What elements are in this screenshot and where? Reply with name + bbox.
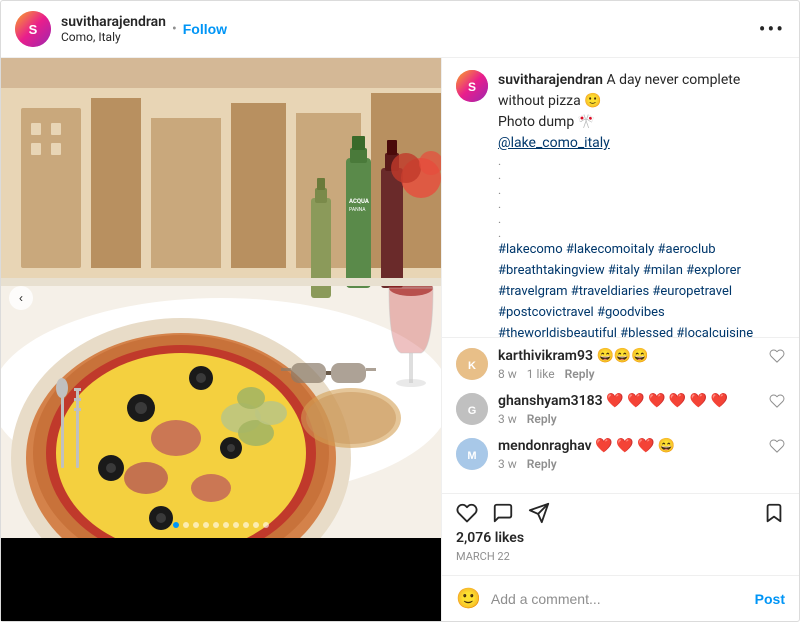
comment-row: K karthivikram93 😄😄😄 8 w 1 like Reply — [456, 348, 785, 381]
comment-body-1: karthivikram93 😄😄😄 8 w 1 like Reply — [498, 348, 759, 381]
likes-count: 2,076 likes — [456, 530, 785, 546]
dot-9[interactable] — [253, 522, 259, 528]
comment-input-area: 🙂 Post — [442, 575, 799, 621]
comment-text-3: ❤️ ❤️ ❤️ 😄 — [595, 438, 675, 454]
dot-5[interactable] — [213, 522, 219, 528]
comment-body-2: ghanshyam3183 ❤️ ❤️ ❤️ ❤️ ❤️ ❤️ 3 w Repl… — [498, 393, 759, 426]
comment-heart-2[interactable] — [769, 393, 785, 413]
caption-content: suvitharajendran A day never complete wi… — [498, 70, 785, 338]
emoji-button[interactable]: 🙂 — [456, 586, 481, 611]
comment-row-2: G ghanshyam3183 ❤️ ❤️ ❤️ ❤️ ❤️ ❤️ 3 w Re… — [456, 393, 785, 426]
header-info: suvitharajendran Como, Italy • Follow — [61, 14, 759, 44]
comment-time-2: 3 w — [498, 412, 517, 426]
dot-3[interactable] — [193, 522, 199, 528]
header-username[interactable]: suvitharajendran — [61, 14, 166, 30]
caption-area: S suvitharajendran A day never complete … — [442, 58, 799, 338]
comment-time-1: 8 w — [498, 367, 517, 381]
comment-username-2[interactable]: ghanshyam3183 — [498, 393, 603, 409]
comment-meta-3: 3 w Reply — [498, 457, 759, 471]
comment-text-1: 😄😄😄 — [596, 348, 648, 364]
comment-input[interactable] — [491, 591, 745, 607]
comment-text-2: ❤️ ❤️ ❤️ ❤️ ❤️ ❤️ — [606, 393, 728, 409]
dot-2[interactable] — [183, 522, 189, 528]
comment-row-3: M mendonraghav ❤️ ❤️ ❤️ 😄 3 w Reply — [456, 438, 785, 471]
follow-button[interactable]: Follow — [183, 21, 227, 37]
dot-separator: • — [172, 21, 177, 37]
comment-avatar-1: K — [456, 348, 488, 380]
comment-heart-1[interactable] — [769, 348, 785, 368]
dot-1[interactable] — [173, 522, 179, 528]
svg-text:K: K — [468, 360, 476, 372]
share-button[interactable] — [528, 502, 550, 524]
dot-7[interactable] — [233, 522, 239, 528]
svg-text:PANNA: PANNA — [349, 207, 366, 213]
avatar: S — [15, 11, 51, 47]
comment-meta-1: 8 w 1 like Reply — [498, 367, 759, 381]
like-button[interactable] — [456, 502, 478, 524]
comment-heart-3[interactable] — [769, 438, 785, 458]
post-location[interactable]: Como, Italy — [61, 30, 166, 44]
more-options-button[interactable]: ••• — [759, 19, 785, 39]
caption-dots: ...... — [498, 154, 785, 240]
comment-reply-3[interactable]: Reply — [527, 457, 557, 471]
svg-text:M: M — [467, 450, 476, 462]
prev-image-button[interactable]: ‹ — [9, 286, 33, 310]
header-username-loc: suvitharajendran Como, Italy — [61, 14, 166, 44]
svg-text:S: S — [29, 22, 38, 37]
dot-10[interactable] — [263, 522, 269, 528]
post-date: MARCH 22 — [456, 550, 785, 563]
dot-6[interactable] — [223, 522, 229, 528]
post-container: S suvitharajendran Como, Italy • Follow … — [0, 0, 800, 622]
pizza-image: ACQUA PANNA — [1, 58, 441, 538]
comment-reply-1[interactable]: Reply — [565, 367, 595, 381]
comment-username-3[interactable]: mendonraghav — [498, 438, 592, 454]
action-icons-row — [456, 502, 785, 524]
comments-section: K karthivikram93 😄😄😄 8 w 1 like Reply — [442, 338, 799, 493]
comment-body-3: mendonraghav ❤️ ❤️ ❤️ 😄 3 w Reply — [498, 438, 759, 471]
post-right-panel: S suvitharajendran A day never complete … — [441, 58, 799, 621]
image-dots-indicator — [173, 522, 269, 528]
caption-row: S suvitharajendran A day never complete … — [456, 70, 785, 338]
dot-4[interactable] — [203, 522, 209, 528]
comment-avatar-3: M — [456, 438, 488, 470]
post-body: ACQUA PANNA — [1, 58, 799, 621]
svg-text:G: G — [468, 405, 477, 417]
comment-meta-2: 3 w Reply — [498, 412, 759, 426]
bookmark-button[interactable] — [763, 502, 785, 524]
comment-button[interactable] — [492, 502, 514, 524]
post-image-section: ACQUA PANNA — [1, 58, 441, 621]
dot-8[interactable] — [243, 522, 249, 528]
mention-link[interactable]: @lake_como_italy — [498, 135, 610, 151]
svg-text:S: S — [468, 80, 476, 94]
comment-username-1[interactable]: karthivikram93 — [498, 348, 593, 364]
action-bar: 2,076 likes MARCH 22 — [442, 493, 799, 575]
caption-username[interactable]: suvitharajendran — [498, 72, 603, 88]
hashtags: #lakecomo #lakecomoitaly #aeroclub #brea… — [498, 240, 785, 338]
comment-time-3: 3 w — [498, 457, 517, 471]
post-header: S suvitharajendran Como, Italy • Follow … — [1, 1, 799, 58]
caption-avatar: S — [456, 70, 488, 102]
comment-avatar-2: G — [456, 393, 488, 425]
svg-text:ACQUA: ACQUA — [349, 198, 370, 205]
comment-like-count-1: 1 like — [527, 367, 555, 381]
post-comment-button[interactable]: Post — [755, 591, 785, 607]
comment-reply-2[interactable]: Reply — [527, 412, 557, 426]
